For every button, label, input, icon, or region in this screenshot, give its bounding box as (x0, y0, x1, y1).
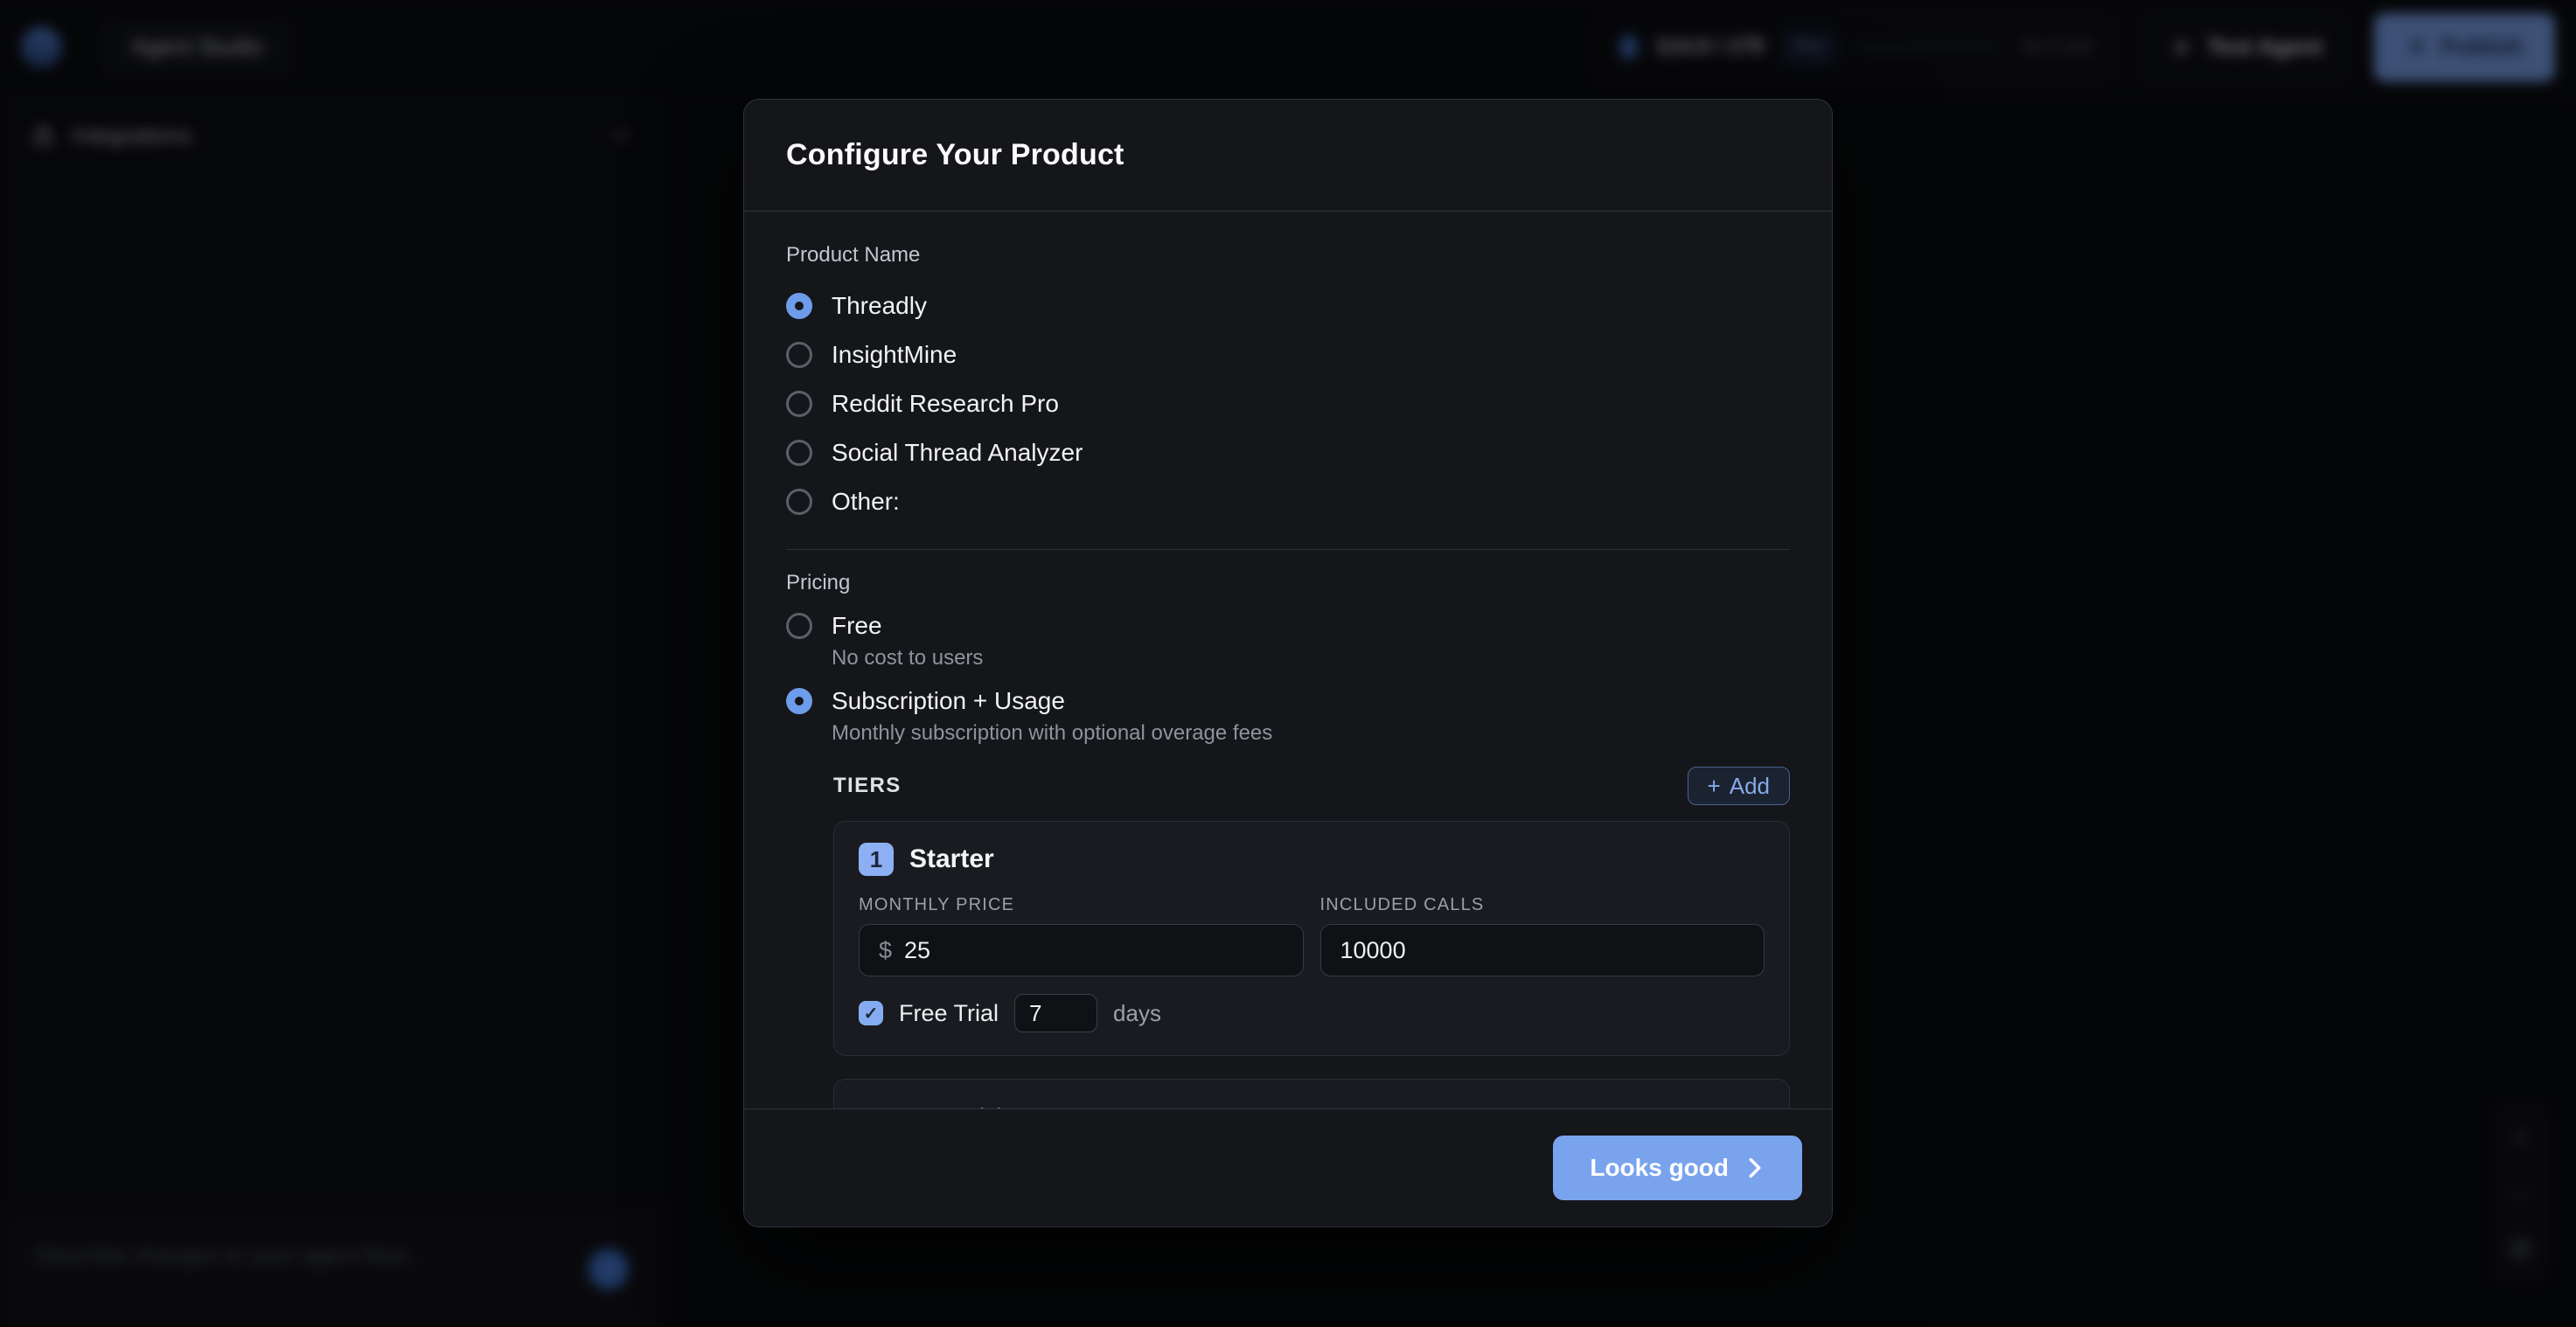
radio-option-label: InsightMine (832, 341, 957, 369)
included-calls-input[interactable]: 10000 (1320, 924, 1765, 976)
plus-icon: + (1708, 773, 1721, 800)
radio-option-label: Other: (832, 488, 900, 516)
pricing-option-free[interactable]: Free No cost to users (786, 606, 1790, 670)
app-screen: Agent Studio 114.0 / 170 Pro 56.0 left (0, 0, 2576, 1327)
pricing-label: Pricing (786, 571, 1790, 595)
radio-option-reddit-research-pro[interactable]: Reddit Research Pro (786, 379, 1790, 428)
pricing-option-description: Monthly subscription with optional overa… (832, 721, 1790, 746)
looks-good-button[interactable]: Looks good (1553, 1136, 1802, 1200)
radio-option-label: Social Thread Analyzer (832, 439, 1083, 467)
monthly-price-input[interactable]: $ 25 (859, 924, 1304, 976)
product-name-label: Product Name (786, 243, 1790, 267)
tiers-header: TIERS + Add (833, 767, 1790, 805)
included-calls-field: INCLUDED CALLS 10000 (1320, 895, 1765, 976)
product-name-options: Threadly InsightMine Reddit Research Pro… (786, 281, 1790, 526)
radio-option-other[interactable]: Other: (786, 477, 1790, 526)
looks-good-label: Looks good (1590, 1154, 1729, 1182)
monthly-price-label: MONTHLY PRICE (859, 895, 1304, 915)
tiers-label: TIERS (833, 774, 902, 798)
section-divider (786, 549, 1790, 550)
radio-unselected[interactable] (786, 440, 812, 466)
pricing-option-label: Subscription + Usage (832, 687, 1065, 715)
tier-name: Starter (909, 844, 994, 874)
chevron-right-icon (1744, 1156, 1765, 1180)
radio-selected[interactable] (786, 688, 812, 714)
free-trial-days-value: 7 (1029, 1000, 1041, 1027)
radio-selected[interactable] (786, 293, 812, 319)
pricing-option-label: Free (832, 612, 882, 640)
check-icon: ✓ (864, 1003, 879, 1025)
overage-pricing-card: Overage Pricing (833, 1079, 1790, 1108)
add-tier-label: Add (1730, 773, 1770, 800)
free-trial-checkbox[interactable]: ✓ (859, 1001, 883, 1025)
free-trial-label: Free Trial (899, 1000, 999, 1027)
tier-fields: MONTHLY PRICE $ 25 INCLUDED CALLS 10000 (859, 895, 1765, 976)
free-trial-days-input[interactable]: 7 (1014, 994, 1097, 1032)
radio-option-threadly[interactable]: Threadly (786, 281, 1790, 330)
radio-unselected[interactable] (786, 342, 812, 368)
radio-unselected[interactable] (786, 613, 812, 639)
radio-option-label: Reddit Research Pro (832, 390, 1059, 418)
modal-footer: Looks good (744, 1108, 1832, 1226)
monthly-price-field: MONTHLY PRICE $ 25 (859, 895, 1304, 976)
pricing-option-main[interactable]: Free (786, 606, 1790, 646)
radio-option-insightmine[interactable]: InsightMine (786, 330, 1790, 379)
tier-number-badge: 1 (859, 843, 894, 876)
radio-unselected[interactable] (786, 489, 812, 515)
included-calls-label: INCLUDED CALLS (1320, 895, 1765, 915)
modal-title: Configure Your Product (786, 138, 1790, 172)
free-trial-row: ✓ Free Trial 7 days (859, 994, 1765, 1032)
modal-body: Product Name Threadly InsightMine Reddit… (744, 212, 1832, 1108)
pricing-option-main[interactable]: Subscription + Usage (786, 681, 1790, 721)
tier-card-starter: 1 Starter MONTHLY PRICE $ 25 INCLUDED CA… (833, 821, 1790, 1056)
included-calls-value: 10000 (1340, 937, 1406, 964)
pricing-option-subscription-usage[interactable]: Subscription + Usage Monthly subscriptio… (786, 681, 1790, 746)
radio-option-social-thread-analyzer[interactable]: Social Thread Analyzer (786, 428, 1790, 477)
add-tier-button[interactable]: + Add (1688, 767, 1790, 805)
monthly-price-value: 25 (904, 937, 930, 964)
radio-option-label: Threadly (832, 292, 927, 320)
configure-product-modal: Configure Your Product Product Name Thre… (743, 99, 1833, 1227)
tier-title-row: 1 Starter (859, 843, 1765, 876)
modal-header: Configure Your Product (744, 100, 1832, 212)
radio-unselected[interactable] (786, 391, 812, 417)
days-label: days (1113, 1000, 1161, 1027)
pricing-option-description: No cost to users (832, 646, 1790, 670)
currency-prefix: $ (879, 937, 892, 964)
